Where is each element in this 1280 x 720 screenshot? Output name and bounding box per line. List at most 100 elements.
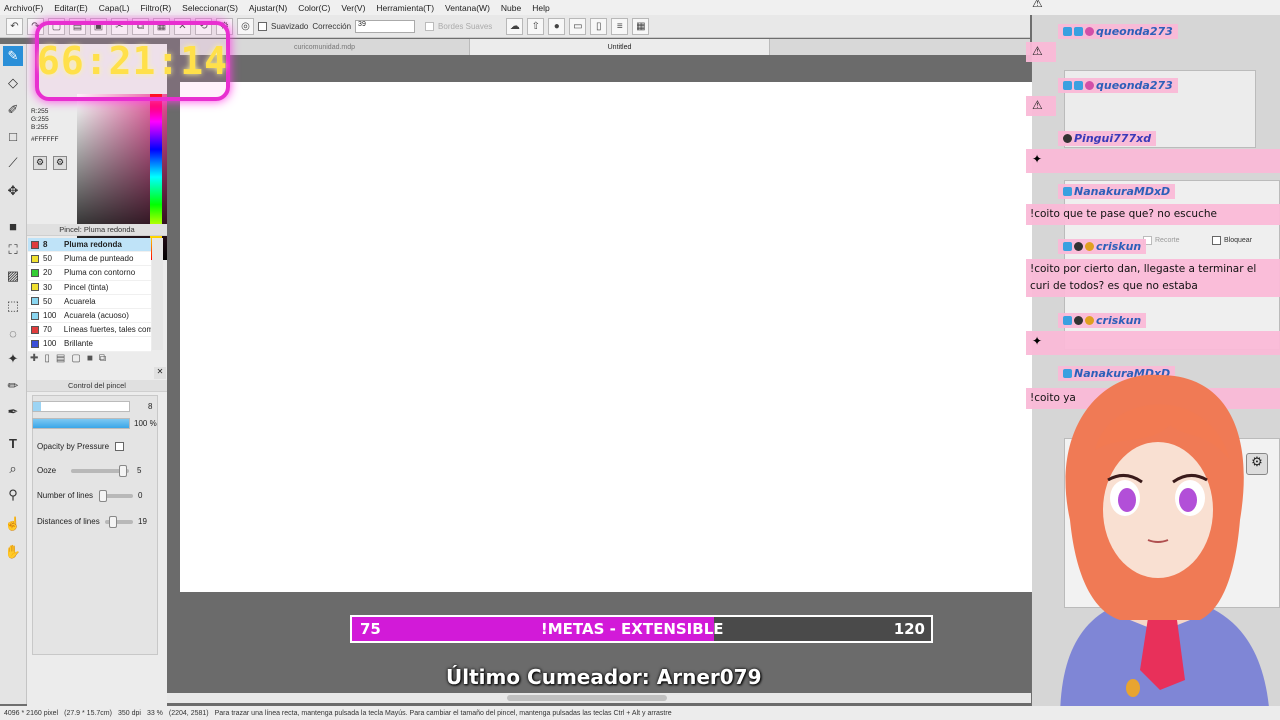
list-item[interactable]: 100 Acuarela (acuoso) xyxy=(28,308,151,324)
chat-message: !coito que te pase que? no escuche xyxy=(1026,204,1280,225)
opacity-slider[interactable] xyxy=(32,418,130,429)
doc-icon[interactable]: ▯ xyxy=(44,353,50,364)
menu-layer[interactable]: Capa(L) xyxy=(99,3,130,13)
eyedropper-icon[interactable]: ⚲ xyxy=(3,485,23,505)
color-b: B:255 xyxy=(31,124,48,131)
dist-slider-knob[interactable] xyxy=(109,515,117,528)
dist-value: 19 xyxy=(138,517,147,526)
zoom-icon[interactable]: ⌕ xyxy=(3,459,23,479)
grid-icon[interactable]: ▦ xyxy=(632,17,650,35)
undo-icon[interactable]: ↶ xyxy=(6,17,23,35)
avatar-right-iris xyxy=(1179,488,1197,512)
opacity-slider-fill xyxy=(33,419,129,428)
menu-tool[interactable]: Herramienta(T) xyxy=(376,3,434,13)
target-icon[interactable]: ◎ xyxy=(237,17,254,35)
wand-icon[interactable]: ✦ xyxy=(3,349,23,369)
page-icon[interactable]: ▯ xyxy=(590,17,608,35)
opacity-value: 100 % xyxy=(134,419,157,428)
menu-help[interactable]: Help xyxy=(532,3,549,13)
pencil-select-icon[interactable]: ✏ xyxy=(3,376,23,396)
eraser-icon[interactable]: ◇ xyxy=(3,73,23,93)
tab-untitled[interactable]: Untitled xyxy=(470,39,770,55)
list-item[interactable]: 50 Pluma de punteado xyxy=(28,252,151,267)
color-tool-2-icon[interactable]: ⚙ xyxy=(53,156,67,170)
smooth-checkbox[interactable] xyxy=(258,21,267,31)
lines-slider[interactable] xyxy=(99,489,133,502)
goal-label: !METAS - EXTENSIBLE xyxy=(540,620,724,638)
list-item[interactable]: 20 Pluma con contorno xyxy=(28,266,151,281)
menu-file[interactable]: Archivo(F) xyxy=(4,3,43,13)
dist-slider[interactable] xyxy=(105,515,133,528)
lasso-icon[interactable]: ◌ xyxy=(3,323,23,343)
horizontal-scrollbar[interactable] xyxy=(167,693,1031,703)
menu-select[interactable]: Seleccionar(S) xyxy=(182,3,238,13)
menu-color[interactable]: Color(C) xyxy=(298,3,330,13)
scrollbar-thumb[interactable] xyxy=(507,695,667,701)
chat-username: Pingui777xd xyxy=(1058,131,1157,146)
marquee-icon[interactable]: ⬚ xyxy=(3,296,23,316)
badge-icon xyxy=(1074,81,1083,90)
status-hint: Para trazar una línea recta, mantenga pu… xyxy=(214,709,672,717)
chat-icon[interactable]: ▭ xyxy=(569,17,587,35)
gradient-icon[interactable]: ▨ xyxy=(3,266,23,286)
ooze-slider-knob[interactable] xyxy=(118,464,127,477)
soft-edges-label: Bordes Suaves xyxy=(438,21,493,31)
brush-color-swatch xyxy=(31,325,39,334)
soft-edges-checkbox[interactable] xyxy=(425,21,435,31)
cloud-icon[interactable]: ☁ xyxy=(506,17,524,35)
drawing-canvas[interactable] xyxy=(180,82,1032,592)
add-brush-icon[interactable]: ✚ xyxy=(30,353,38,364)
color-r: R:255 xyxy=(31,108,49,115)
chat-username: criskun xyxy=(1058,313,1147,328)
brush-color-swatch xyxy=(31,240,39,249)
bucket-icon[interactable]: ⛶ xyxy=(3,240,23,260)
hand-icon[interactable]: ✋ xyxy=(3,542,23,562)
pressure-checkbox[interactable] xyxy=(115,442,125,451)
size-slider[interactable] xyxy=(32,401,130,412)
badge-icon xyxy=(1085,81,1094,90)
menu-view[interactable]: Ver(V) xyxy=(341,3,365,13)
correction-label: Corrección xyxy=(312,21,352,31)
stream-timer: 66:21:14 xyxy=(35,21,230,101)
brush-color-swatch xyxy=(31,311,39,320)
bird-emote-icon: ✦ xyxy=(1032,152,1043,166)
menu-edit[interactable]: Editar(E) xyxy=(54,3,88,13)
correction-input[interactable]: 39 xyxy=(355,19,416,33)
color-tool-icon[interactable]: ⚙ xyxy=(33,156,47,170)
brush-list-scrollbar[interactable] xyxy=(152,238,163,350)
ooze-slider[interactable] xyxy=(71,464,129,477)
list-item[interactable]: 30 Pincel (tinta) xyxy=(28,280,151,295)
menu-window[interactable]: Ventana(W) xyxy=(445,3,490,13)
rect-fill-icon[interactable]: ■ xyxy=(3,216,23,236)
status-zoom: 33 % xyxy=(146,709,163,717)
badge-icon xyxy=(1063,27,1072,36)
chat-username: queonda273 xyxy=(1058,78,1178,93)
list-icon[interactable]: ≡ xyxy=(611,17,629,35)
list-item[interactable]: 70 Líneas fuertes, tales com xyxy=(28,323,151,338)
line-icon[interactable]: ⟋ xyxy=(3,153,23,173)
doc-menu-icon[interactable]: ▤ xyxy=(56,353,65,364)
pen-icon[interactable]: ✎ xyxy=(3,46,23,66)
pen-select-icon[interactable]: ✒ xyxy=(3,402,23,422)
select-rect-icon[interactable]: □ xyxy=(3,126,23,146)
badge-icon xyxy=(1085,316,1094,325)
brush-icon[interactable]: ✐ xyxy=(3,100,23,120)
list-item[interactable]: 50 Acuarela xyxy=(28,294,151,309)
menu-filter[interactable]: Filtro(R) xyxy=(140,3,171,13)
panel-close-icon[interactable]: ✕ xyxy=(154,367,166,379)
folder-icon[interactable]: ■ xyxy=(87,353,93,364)
emote-icon: ⚠ xyxy=(1032,44,1043,58)
menu-adjust[interactable]: Ajustar(N) xyxy=(249,3,287,13)
upload-icon[interactable]: ⇧ xyxy=(527,17,545,35)
menu-cloud[interactable]: Nube xyxy=(501,3,521,13)
comment-icon[interactable]: ● xyxy=(548,17,566,35)
paste-brush-icon[interactable]: ▢ xyxy=(71,353,80,364)
list-item[interactable]: 100 Brillante xyxy=(28,337,151,352)
smudge-icon[interactable]: ☝ xyxy=(3,514,23,534)
list-item[interactable]: 8 Pluma redonda xyxy=(28,238,151,253)
move-icon[interactable]: ✥ xyxy=(3,181,23,201)
lines-slider-knob[interactable] xyxy=(99,489,107,502)
copy-brush-icon[interactable]: ⧉ xyxy=(99,353,106,364)
last-cum-label: Último Cumeador: Arner079 xyxy=(446,665,762,689)
text-icon[interactable]: T xyxy=(3,433,23,453)
